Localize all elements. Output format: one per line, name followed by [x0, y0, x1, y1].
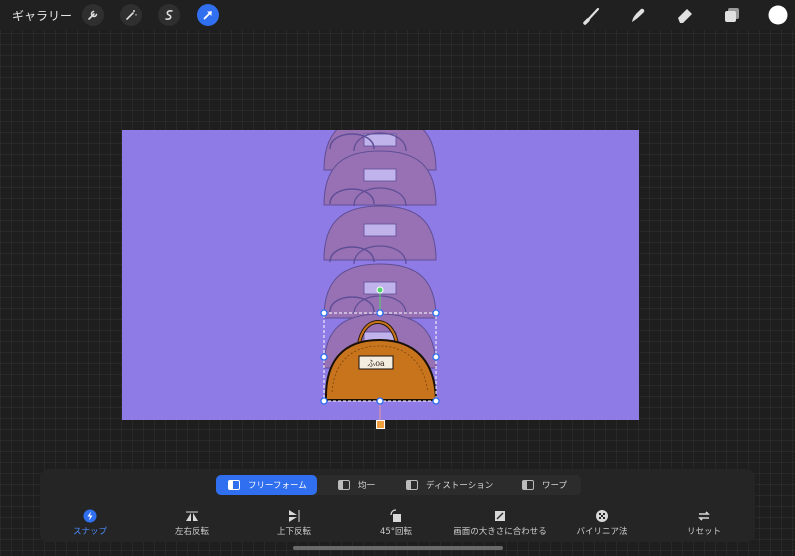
- uniform-icon: [338, 480, 350, 490]
- rotate-45-icon: [390, 509, 401, 522]
- flip-vertical-icon: [289, 510, 300, 522]
- home-indicator[interactable]: [293, 546, 503, 550]
- mode-label: 均一: [358, 481, 376, 491]
- mode-label: フリーフォーム: [248, 481, 307, 491]
- top-toolbar: ギャラリー: [0, 0, 795, 30]
- resize-handle[interactable]: [432, 353, 440, 361]
- fit-to-screen-button[interactable]: 画面の大きさに合わせる: [445, 509, 555, 537]
- reset-label: リセット: [686, 527, 721, 537]
- fit-to-screen-label: 画面の大きさに合わせる: [453, 527, 547, 537]
- reset-icon: [698, 511, 710, 521]
- resize-handle[interactable]: [376, 309, 384, 317]
- resize-handle[interactable]: [432, 397, 440, 405]
- resize-handle[interactable]: [320, 309, 328, 317]
- rotate-45-button[interactable]: 45°回転: [341, 509, 451, 537]
- pivot-handle[interactable]: [376, 420, 385, 429]
- resize-handle[interactable]: [320, 353, 328, 361]
- mode-freeform[interactable]: フリーフォーム: [216, 475, 317, 495]
- resize-handle[interactable]: [320, 397, 328, 405]
- wrench-icon[interactable]: [82, 4, 104, 26]
- mode-distort[interactable]: ディストーション: [394, 475, 493, 495]
- transform-mode-selector: フリーフォーム 均一 ディストーション ワープ: [216, 475, 581, 495]
- selection-icon[interactable]: [158, 4, 180, 26]
- snap-button[interactable]: スナップ: [35, 509, 145, 537]
- transform-bounding-box[interactable]: [122, 130, 639, 420]
- bilinear-label: バイリニア法: [576, 527, 628, 537]
- color-swatch-icon[interactable]: [767, 4, 789, 26]
- flip-horizontal-label: 左右反転: [174, 527, 209, 537]
- bilinear-button[interactable]: バイリニア法: [547, 509, 657, 537]
- mode-warp[interactable]: ワープ: [510, 475, 567, 495]
- transform-panel: フリーフォーム 均一 ディストーション ワープ スナップ 左右反転 上下反転 4…: [40, 469, 755, 542]
- reset-button[interactable]: リセット: [649, 509, 759, 537]
- distort-icon: [406, 480, 418, 490]
- resize-handle[interactable]: [376, 397, 384, 405]
- snap-label: スナップ: [72, 527, 107, 537]
- fit-to-screen-icon: [495, 511, 505, 521]
- magic-wand-icon[interactable]: [120, 4, 142, 26]
- flip-vertical-button[interactable]: 上下反転: [239, 509, 349, 537]
- rotate-handle[interactable]: [376, 286, 384, 294]
- mode-label: ワープ: [542, 481, 567, 491]
- eraser-icon[interactable]: [674, 4, 696, 26]
- rotate-45-label: 45°回転: [379, 527, 413, 537]
- flip-horizontal-icon: [186, 511, 198, 521]
- mode-uniform[interactable]: 均一: [326, 475, 375, 495]
- bilinear-icon: [596, 510, 608, 522]
- resize-handle[interactable]: [432, 309, 440, 317]
- smudge-icon[interactable]: [627, 4, 649, 26]
- gallery-button[interactable]: ギャラリー: [12, 7, 72, 24]
- drawing-canvas[interactable]: ふoa: [122, 130, 639, 420]
- freeform-icon: [228, 480, 240, 490]
- brush-icon[interactable]: [582, 4, 604, 26]
- warp-icon: [522, 480, 534, 490]
- mode-label: ディストーション: [426, 481, 494, 491]
- snap-bolt-icon: [83, 509, 97, 523]
- flip-vertical-label: 上下反転: [276, 527, 311, 537]
- transform-arrow-icon[interactable]: [197, 4, 219, 26]
- flip-horizontal-button[interactable]: 左右反転: [137, 509, 247, 537]
- layers-icon[interactable]: [721, 4, 743, 26]
